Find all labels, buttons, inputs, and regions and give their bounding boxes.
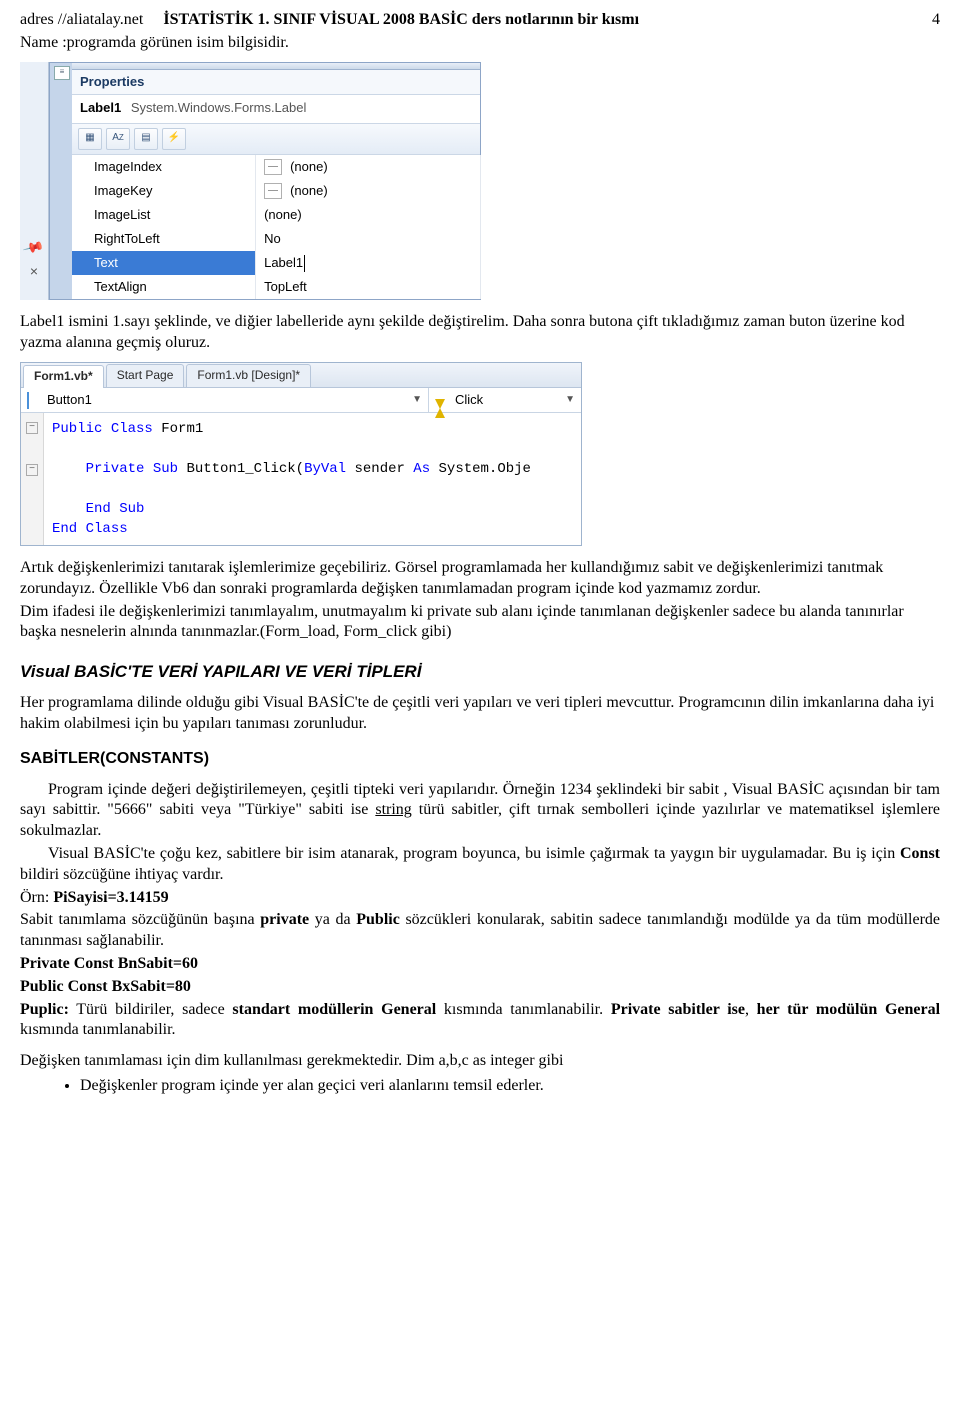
sabit-p1: Program içinde değeri değiştirilemeyen, … xyxy=(20,780,940,842)
properties-toolbar: ▦ AZ ▤ ⚡ xyxy=(72,124,480,155)
property-row[interactable]: ImageIndex(none) xyxy=(72,155,480,179)
puplic-line: Puplic: Türü bildiriler, sadece standart… xyxy=(20,1000,940,1042)
event-combo-text: Click xyxy=(455,392,483,409)
properties-object-selector[interactable]: Label1 System.Windows.Forms.Label xyxy=(72,95,480,124)
property-row[interactable]: TextLabel1 xyxy=(72,251,480,275)
para-degisken: Artık değişkenlerimizi tanıtarak işlemle… xyxy=(20,558,940,600)
pin-icon[interactable]: 📌 xyxy=(22,235,46,259)
sabit-p2: Visual BASİC'te çoğu kez, sabitlere bir … xyxy=(20,844,940,886)
text-after-props: Label1 ismini 1.sayı şeklinde, ve diğier… xyxy=(20,312,940,354)
property-value[interactable]: (none) xyxy=(256,155,480,179)
editor-tabs: Form1.vb*Start PageForm1.vb [Design]* xyxy=(21,363,581,388)
subsection-sabitler: SABİTLER(CONSTANTS) xyxy=(20,749,940,770)
object-name: Label1 xyxy=(80,100,121,115)
object-icon xyxy=(27,392,29,409)
property-value[interactable]: TopLeft xyxy=(256,275,480,299)
chevron-down-icon: ▼ xyxy=(565,393,575,406)
none-box-icon xyxy=(264,159,282,175)
para-dim: Dim ifadesi ile değişkenlerimizi tanımla… xyxy=(20,602,940,644)
properties-page-icon[interactable]: ▤ xyxy=(134,128,158,150)
property-row[interactable]: ImageList(none) xyxy=(72,203,480,227)
property-row[interactable]: TextAlignTopLeft xyxy=(72,275,480,299)
code-editor-screenshot: Form1.vb*Start PageForm1.vb [Design]* Bu… xyxy=(20,362,940,546)
section-title-veri: Visual BASİC'TE VERİ YAPILARI VE VERİ Tİ… xyxy=(20,661,940,683)
property-value[interactable]: (none) xyxy=(256,179,480,203)
outline-gutter: − − xyxy=(21,413,44,545)
property-name: ImageKey xyxy=(72,179,256,203)
orn-line: Örn: PiSayisi=3.14159 xyxy=(20,888,940,909)
events-icon[interactable]: ⚡ xyxy=(162,128,186,150)
bolt-icon xyxy=(435,393,445,418)
properties-screenshot: 📌 × ≡ Properties Label1 System.Windows.F… xyxy=(20,62,940,301)
property-name: RightToLeft xyxy=(72,227,256,251)
chevron-down-icon: ▼ xyxy=(412,393,422,406)
code-area[interactable]: Public Class Form1 Private Sub Button1_C… xyxy=(44,413,581,545)
site-address: adres //aliatalay.net xyxy=(20,11,143,28)
alphabetical-icon[interactable]: AZ xyxy=(106,128,130,150)
categorized-icon[interactable]: ▦ xyxy=(78,128,102,150)
intro-line: Name :programda görünen isim bilgisidir. xyxy=(20,33,940,54)
course-title: İSTATİSTİK 1. SINIF VİSUAL 2008 BASİC de… xyxy=(163,11,639,28)
none-box-icon xyxy=(264,183,282,199)
doc-icon: ≡ xyxy=(54,66,70,80)
properties-grid[interactable]: ImageIndex(none)ImageKey(none)ImageList(… xyxy=(72,155,481,299)
object-combo-text: Button1 xyxy=(47,392,92,409)
property-value[interactable]: Label1 xyxy=(256,251,480,275)
property-name: ImageIndex xyxy=(72,155,256,179)
property-value[interactable]: No xyxy=(256,227,480,251)
public-const: Public Const BxSabit=80 xyxy=(20,977,940,998)
page-number: 4 xyxy=(932,10,940,31)
editor-tab[interactable]: Start Page xyxy=(106,364,185,387)
bullet-list: Değişkenler program içinde yer alan geçi… xyxy=(80,1076,940,1097)
property-name: Text xyxy=(72,251,256,275)
property-value[interactable]: (none) xyxy=(256,203,480,227)
editor-tab[interactable]: Form1.vb [Design]* xyxy=(186,364,311,387)
list-item: Değişkenler program içinde yer alan geçi… xyxy=(80,1076,940,1097)
collapse-icon[interactable]: − xyxy=(26,422,38,434)
member-combos: Button1 ▼ Click ▼ xyxy=(21,388,581,413)
property-name: ImageList xyxy=(72,203,256,227)
object-type: System.Windows.Forms.Label xyxy=(131,100,307,115)
dock-strip: 📌 × xyxy=(20,62,49,301)
editor-tab[interactable]: Form1.vb* xyxy=(23,365,104,388)
priv-pub-line: Sabit tanımlama sözcüğünün başına privat… xyxy=(20,910,940,952)
page-content: adres //aliatalay.net İSTATİSTİK 1. SINI… xyxy=(0,0,960,1119)
page-header: adres //aliatalay.net İSTATİSTİK 1. SINI… xyxy=(20,10,940,31)
property-row[interactable]: ImageKey(none) xyxy=(72,179,480,203)
private-const: Private Const BnSabit=60 xyxy=(20,954,940,975)
dim-explain: Değişken tanımlaması için dim kullanılma… xyxy=(20,1051,940,1072)
object-combo[interactable]: Button1 ▼ xyxy=(21,388,429,412)
property-row[interactable]: RightToLeftNo xyxy=(72,227,480,251)
para-veri: Her programlama dilinde olduğu gibi Visu… xyxy=(20,693,940,735)
close-icon[interactable]: × xyxy=(30,262,38,280)
collapse-icon[interactable]: − xyxy=(26,464,38,476)
event-combo[interactable]: Click ▼ xyxy=(429,388,581,412)
properties-title: Properties xyxy=(72,70,480,96)
property-name: TextAlign xyxy=(72,275,256,299)
